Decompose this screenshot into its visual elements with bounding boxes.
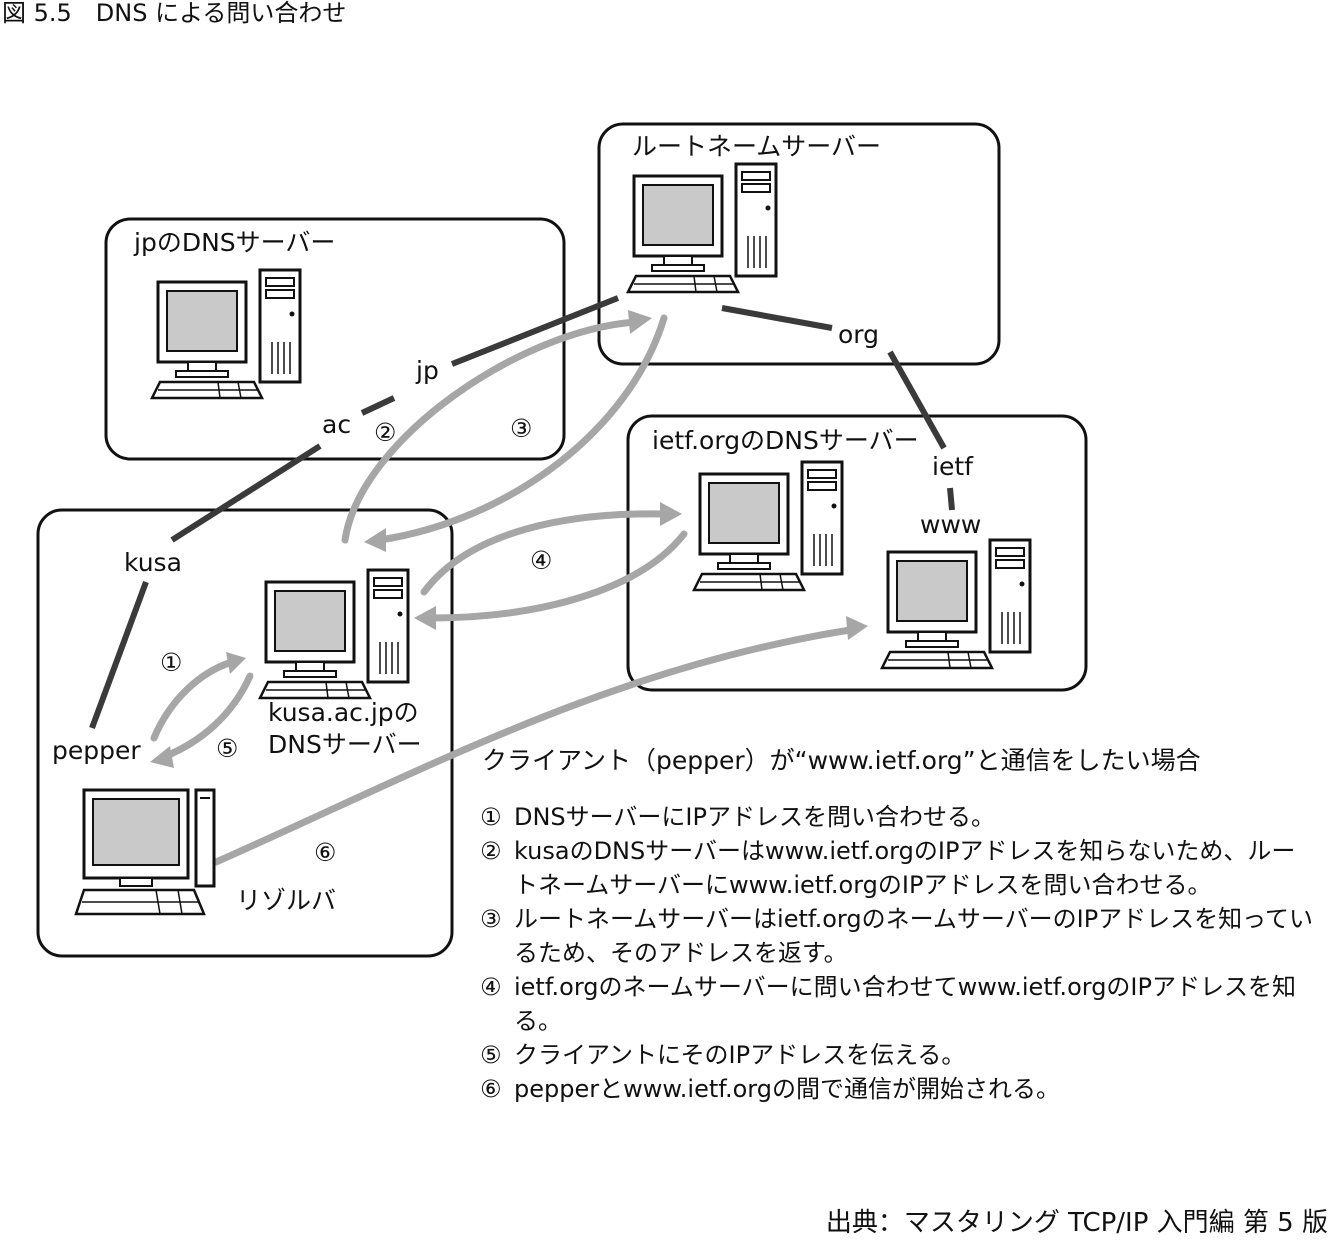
root-server-computer-icon <box>626 162 778 294</box>
step-number: ② <box>480 837 502 865</box>
tree-line-ietf-www <box>947 487 955 511</box>
resolver-computer-icon <box>74 788 216 916</box>
step-marker-2: ② <box>374 418 397 447</box>
figure-title: 図 5.5 DNS による問い合わせ <box>2 0 347 27</box>
step-item: ⑥ pepperとwww.ietf.orgの間で通信が開始される。 <box>480 1072 1314 1106</box>
tree-line-jp-ac <box>360 395 396 416</box>
resolver-label: リゾルバ <box>236 886 337 915</box>
step-marker-4: ④ <box>530 546 553 575</box>
step-number: ⑥ <box>480 1075 502 1103</box>
step-number: ③ <box>480 905 502 933</box>
source-note: 出典：マスタリング TCP/IP 入門編 第 5 版 <box>825 1208 1328 1238</box>
arrowhead-step6 <box>846 616 868 640</box>
step-item: ④ ietf.orgのネームサーバーに問い合わせてwww.ietf.orgのIPア… <box>480 970 1314 1038</box>
dns-query-diagram: 図 5.5 DNS による問い合わせ ルートネームサーバー jpのDNSサーバー… <box>0 0 1332 1242</box>
tree-label-kusa: kusa <box>124 548 182 577</box>
arrowhead-step2 <box>628 310 652 334</box>
arrowhead-step4-back <box>414 606 436 630</box>
step-text: pepperとwww.ietf.orgの間で通信が開始される。 <box>514 1075 1060 1103</box>
tree-label-pepper: pepper <box>52 736 141 765</box>
ietf-server-computer-icon <box>692 460 844 592</box>
step-number: ⑤ <box>480 1041 502 1069</box>
jp-server-computer-icon <box>150 268 302 400</box>
step-marker-1: ① <box>160 648 183 677</box>
step-list: ① DNSサーバーにIPアドレスを問い合わせる。 ② kusaのDNSサーバーはww… <box>480 800 1314 1106</box>
step-marker-3: ③ <box>510 414 533 443</box>
tree-line-root-org <box>721 305 833 331</box>
step-item: ⑤ クライアントにそのIPアドレスを伝える。 <box>480 1038 1314 1072</box>
step-text: DNSサーバーにIPアドレスを問い合わせる。 <box>514 803 995 831</box>
kusa-server-label-line1: kusa.ac.jpの <box>268 698 419 727</box>
step-number: ① <box>480 803 502 831</box>
arrow-step4-back <box>426 530 688 622</box>
step-text: ルートネームサーバーはietf.orgのネームサーバーのIPアドレスを知っている… <box>514 905 1313 967</box>
tree-line-kusa-pepper <box>89 580 149 730</box>
root-server-label: ルートネームサーバー <box>632 132 882 161</box>
step-number: ④ <box>480 973 502 1001</box>
jp-server-label: jpのDNSサーバー <box>134 228 336 257</box>
arrowhead-step5 <box>150 746 174 768</box>
step-text: kusaのDNSサーバーはwww.ietf.orgのIPアドレスを知らないため、… <box>514 837 1296 899</box>
arrowhead-step4-out <box>660 502 682 526</box>
step-text: ietf.orgのネームサーバーに問い合わせてwww.ietf.orgのIPアド… <box>514 973 1296 1035</box>
step-text: クライアントにそのIPアドレスを伝える。 <box>514 1041 966 1069</box>
ietf-server-label: ietf.orgのDNSサーバー <box>652 426 919 455</box>
step-marker-6: ⑥ <box>314 838 337 867</box>
kusa-dns-server-computer-icon <box>258 568 410 700</box>
tree-label-org: org <box>838 320 880 349</box>
step-item: ③ ルートネームサーバーはietf.orgのネームサーバーのIPアドレスを知ってい… <box>480 902 1314 970</box>
step-marker-5: ⑤ <box>216 734 239 763</box>
tree-label-www: www <box>920 510 982 539</box>
tree-label-jp: jp <box>416 356 439 385</box>
arrowhead-step3 <box>364 528 386 552</box>
scenario-caption: クライアント（pepper）が“www.ietf.org”と通信をしたい場合 <box>482 746 1201 775</box>
www-host-computer-icon <box>880 538 1032 670</box>
kusa-server-label-line2: DNSサーバー <box>268 730 422 759</box>
step-item: ② kusaのDNSサーバーはwww.ietf.orgのIPアドレスを知らないため… <box>480 834 1314 902</box>
step-item: ① DNSサーバーにIPアドレスを問い合わせる。 <box>480 800 1314 834</box>
tree-label-ietf: ietf <box>932 452 973 481</box>
arrowhead-step1 <box>226 652 246 674</box>
tree-label-ac: ac <box>322 410 352 439</box>
